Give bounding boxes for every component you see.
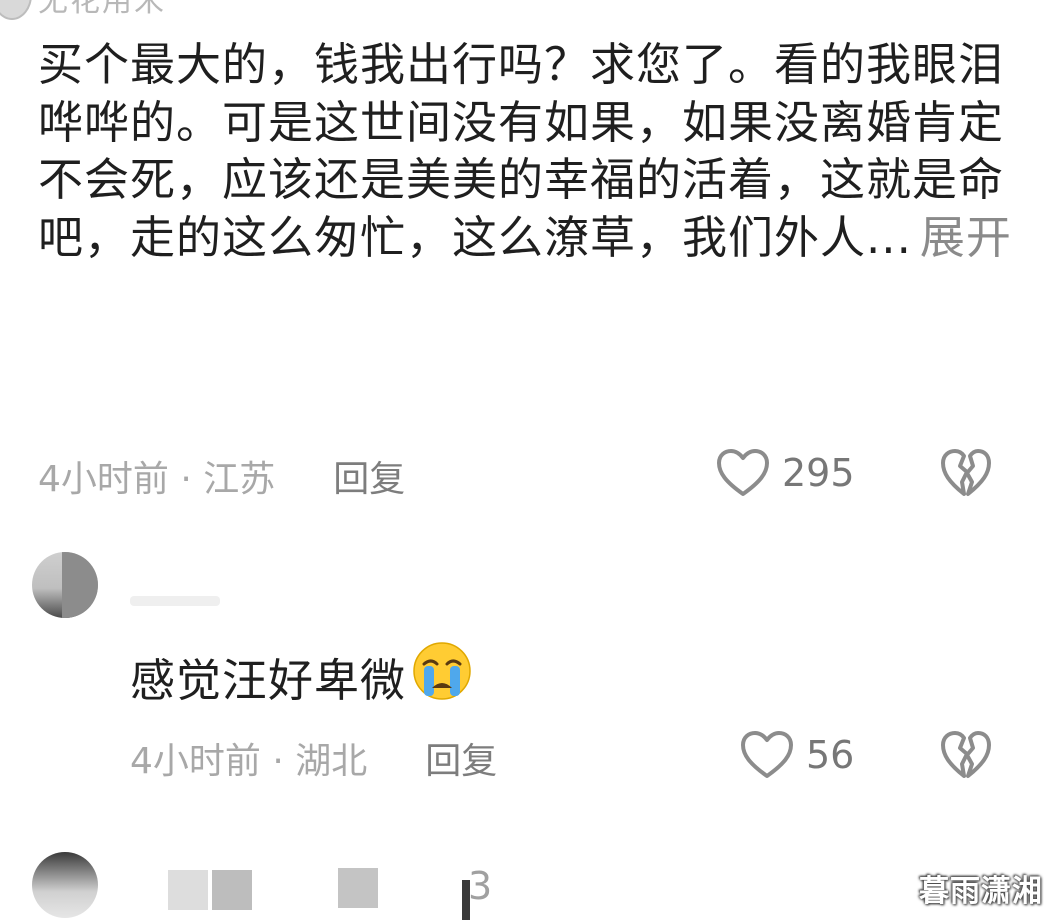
username-blurred [212, 870, 252, 910]
reply-body: 感觉汪好卑微 [130, 640, 474, 713]
dislike-broken-heart-icon[interactable] [940, 730, 992, 780]
comment-text: 买个最大的，钱我出行吗？求您了。看的我眼泪哗哗的。可是这世间没有如果，如果没离婚… [38, 38, 1005, 264]
avatar[interactable] [32, 852, 98, 918]
watermark: 暮雨潇湘 [919, 874, 1043, 909]
like-count: 295 [782, 451, 855, 495]
avatar[interactable] [32, 552, 98, 618]
dislike-broken-heart-icon[interactable] [940, 448, 992, 498]
username[interactable]: 无花用米 [38, 0, 166, 20]
comment-thread: 无花用米 买个最大的，钱我出行吗？求您了。看的我眼泪哗哗的。可是这世间没有如果，… [0, 0, 1061, 923]
reply-meta: 4小时前 · 湖北 回复 [130, 732, 497, 784]
time-location: 4小时前 · 江苏 [38, 459, 276, 500]
like-button[interactable]: 56 [740, 730, 854, 780]
time-location: 4小时前 · 湖北 [130, 741, 368, 782]
username-blurred [168, 870, 208, 910]
reply-button[interactable]: 回复 [333, 450, 405, 502]
partial-text: 3 [468, 864, 493, 908]
comment-meta: 4小时前 · 江苏 回复 [38, 450, 405, 502]
comment-body: 买个最大的，钱我出行吗？求您了。看的我眼泪哗哗的。可是这世间没有如果，如果没离婚… [38, 36, 1028, 266]
heart-icon [716, 448, 770, 498]
reply-text: 感觉汪好卑微 [130, 654, 407, 707]
expand-link[interactable]: 展开 [920, 211, 1012, 264]
reply-button[interactable]: 回复 [425, 732, 497, 784]
like-count: 56 [806, 733, 855, 777]
heart-icon [740, 730, 794, 780]
text-blurred [338, 868, 378, 908]
avatar-blur [62, 552, 98, 618]
avatar[interactable] [0, 0, 32, 20]
crying-face-icon [410, 640, 474, 713]
like-button[interactable]: 295 [716, 448, 855, 498]
username-blurred[interactable] [130, 596, 220, 606]
